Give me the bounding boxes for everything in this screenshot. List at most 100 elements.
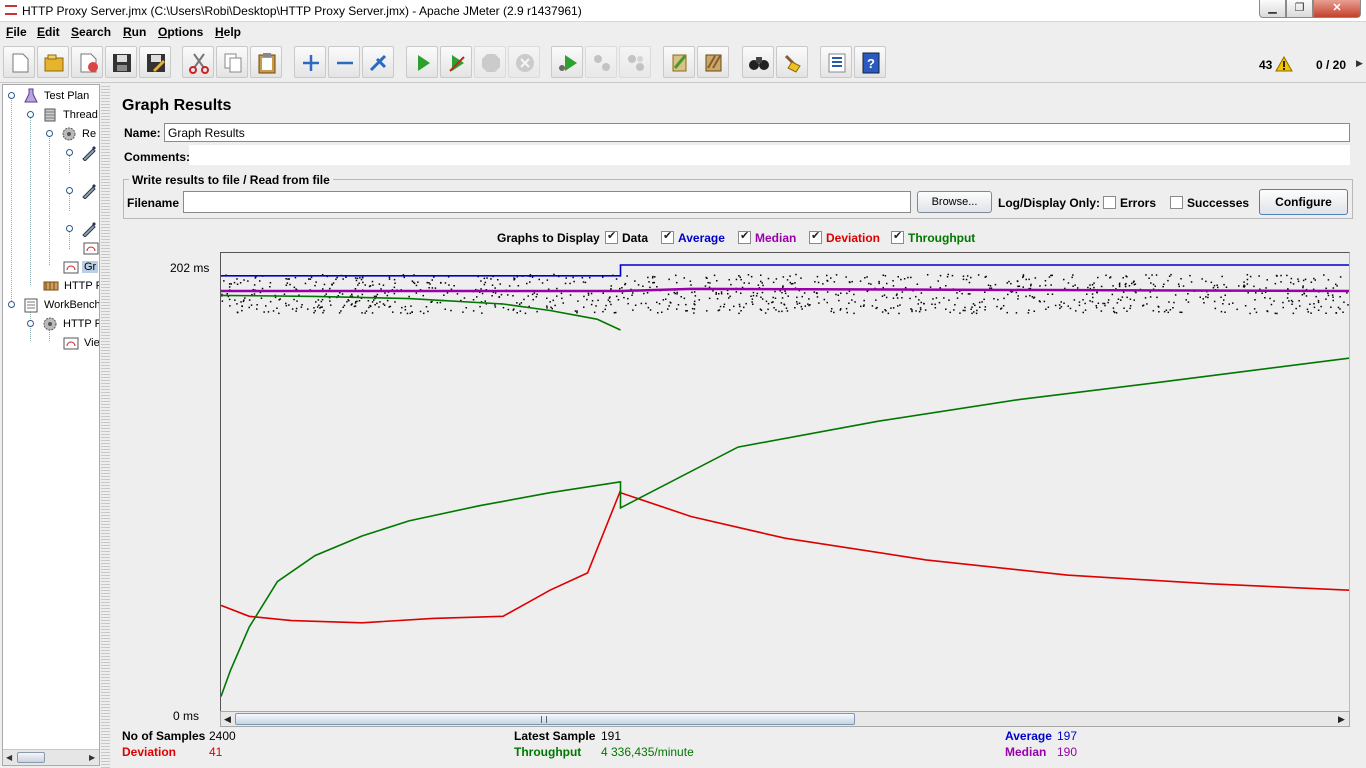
data-point	[1325, 298, 1327, 300]
close-button[interactable]: ✕	[1313, 0, 1361, 18]
reset-search-button[interactable]	[776, 46, 808, 78]
clear-button[interactable]	[663, 46, 695, 78]
successes-checkbox[interactable]	[1170, 196, 1183, 209]
svg-text:?: ?	[867, 56, 875, 71]
series-throughput-initial-run-line	[220, 294, 621, 331]
close-file-button[interactable]	[71, 46, 103, 78]
filename-input[interactable]	[183, 191, 911, 213]
tree-toggle-testplan[interactable]	[8, 92, 15, 99]
data-point	[1124, 285, 1127, 288]
data-point	[1120, 299, 1122, 301]
data-point	[429, 283, 431, 285]
menu-search[interactable]: Search	[71, 25, 111, 39]
clear-all-button[interactable]	[697, 46, 729, 78]
copy-button[interactable]	[216, 46, 248, 78]
menu-help[interactable]: Help	[215, 25, 241, 39]
data-point	[715, 291, 717, 294]
configure-button[interactable]: Configure	[1259, 189, 1348, 215]
collapse-all-button[interactable]	[328, 46, 360, 78]
scroll-right-icon[interactable]: ▶	[1338, 714, 1345, 725]
warning-icon[interactable]	[1275, 56, 1293, 72]
data-checkbox[interactable]	[605, 229, 618, 244]
data-point	[253, 284, 256, 286]
save-as-button[interactable]	[139, 46, 171, 78]
tree-scroll-thumb[interactable]	[17, 752, 45, 763]
menu-options[interactable]: Options	[158, 25, 203, 39]
tree-toggle-sampler-2[interactable]	[66, 187, 73, 194]
new-button[interactable]	[3, 46, 35, 78]
data-point	[1282, 301, 1284, 304]
minimize-button[interactable]: ▁	[1259, 0, 1286, 18]
data-point	[350, 304, 353, 306]
data-point	[393, 286, 396, 289]
tree-toggle-sampler-3[interactable]	[66, 225, 73, 232]
data-point	[1133, 280, 1135, 282]
paste-button[interactable]	[250, 46, 282, 78]
data-point	[538, 278, 540, 281]
tree-toggle-thread-group[interactable]	[27, 111, 34, 118]
comments-input[interactable]	[189, 145, 1350, 165]
start-no-timers-button[interactable]	[440, 46, 472, 78]
name-input[interactable]: Graph Results	[164, 123, 1350, 142]
toggle-button[interactable]	[362, 46, 394, 78]
data-point	[727, 293, 729, 295]
errors-checkbox[interactable]	[1103, 196, 1116, 209]
data-point	[1091, 284, 1094, 286]
menu-edit[interactable]: Edit	[37, 25, 60, 39]
shutdown-button[interactable]	[508, 46, 540, 78]
tree-toggle-workbench[interactable]	[8, 301, 15, 308]
data-point	[694, 295, 697, 297]
throughput-checkbox[interactable]	[891, 229, 904, 244]
data-point	[269, 282, 272, 284]
data-point	[619, 287, 621, 290]
scroll-left-icon[interactable]: ◀	[6, 753, 12, 762]
data-point	[318, 304, 320, 306]
data-point	[931, 303, 933, 305]
maximize-button[interactable]: ❐	[1286, 0, 1313, 18]
data-point	[735, 291, 738, 293]
graph-scroll-thumb[interactable]	[235, 713, 855, 725]
remote-start-button[interactable]	[551, 46, 583, 78]
data-point	[801, 295, 803, 298]
stop-button[interactable]	[474, 46, 506, 78]
remote-stop-button[interactable]	[585, 46, 617, 78]
median-checkbox[interactable]	[738, 229, 751, 244]
chevron-right-icon[interactable]: ▶	[1356, 58, 1363, 69]
data-point	[615, 278, 618, 280]
deviation-checkbox[interactable]	[809, 229, 822, 244]
tree-toggle-sampler-1[interactable]	[66, 149, 73, 156]
data-point	[422, 294, 424, 297]
tree-toggle-http-proxy[interactable]	[27, 320, 34, 327]
scroll-right-icon[interactable]: ▶	[89, 753, 95, 762]
data-point	[248, 306, 250, 309]
remote-shutdown-button[interactable]	[619, 46, 651, 78]
data-point	[369, 304, 371, 307]
data-point	[1216, 284, 1218, 286]
deviation-value: 41	[209, 745, 223, 759]
data-point	[789, 275, 791, 277]
data-point	[1220, 296, 1222, 298]
function-helper-button[interactable]	[820, 46, 852, 78]
menu-file[interactable]: File	[6, 25, 27, 39]
average-checkbox[interactable]	[661, 229, 674, 244]
data-point	[1282, 306, 1284, 309]
tree-horizontal-scrollbar[interactable]: ◀ ▶	[3, 749, 99, 765]
browse-button[interactable]: Browse...	[917, 191, 992, 213]
scroll-left-icon[interactable]: ◀	[224, 714, 231, 725]
data-point	[900, 278, 902, 281]
menu-run[interactable]: Run	[123, 25, 146, 39]
tree-toggle-recording-controller[interactable]	[46, 130, 53, 137]
help-button[interactable]: ?	[854, 46, 886, 78]
expand-all-button[interactable]	[294, 46, 326, 78]
data-point	[1100, 285, 1103, 288]
data-point	[276, 307, 278, 309]
open-button[interactable]	[37, 46, 69, 78]
split-pane-divider[interactable]	[101, 84, 110, 768]
graph-horizontal-scrollbar[interactable]: ◀ ▶	[220, 711, 1350, 727]
search-button[interactable]	[742, 46, 774, 78]
cut-button[interactable]	[182, 46, 214, 78]
start-button[interactable]	[406, 46, 438, 78]
data-point	[1167, 311, 1169, 314]
save-button[interactable]	[105, 46, 137, 78]
file-group-title: Write results to file / Read from file	[129, 173, 333, 187]
